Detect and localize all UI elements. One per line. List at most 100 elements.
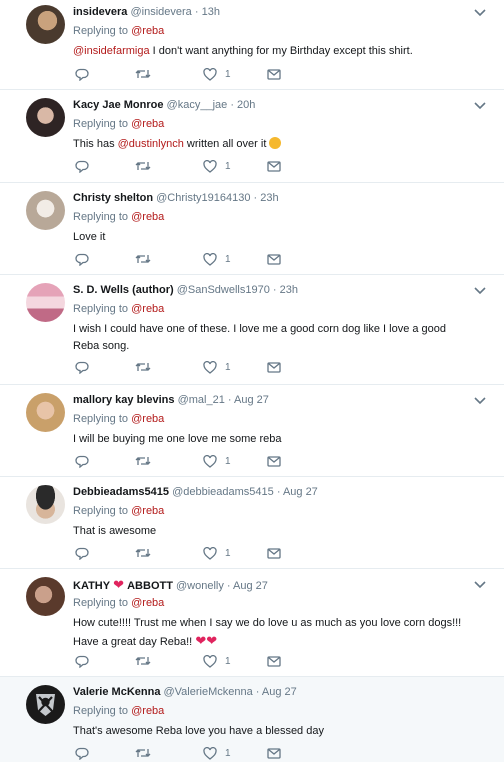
like-icon — [203, 159, 217, 173]
tweet[interactable]: Debbieadams5415 @debbieadams5415 · Aug 2… — [0, 477, 504, 569]
display-name[interactable]: mallory kay blevins — [73, 394, 175, 406]
reply-button[interactable] — [75, 66, 89, 82]
message-button[interactable] — [267, 453, 281, 469]
user-handle[interactable]: @insidevera — [130, 6, 191, 18]
retweet-button[interactable] — [135, 66, 151, 82]
reply-icon — [75, 655, 89, 668]
timestamp[interactable]: Aug 27 — [233, 580, 268, 592]
display-name[interactable]: insidevera — [73, 6, 127, 18]
replying-to-link[interactable]: @reba — [131, 211, 164, 223]
user-handle[interactable]: @mal_21 — [178, 394, 225, 406]
user-handle[interactable]: @kacy__jae — [167, 99, 228, 111]
tweet[interactable]: insidevera @insidevera · 13h Replying to… — [0, 0, 504, 90]
retweet-button[interactable] — [135, 653, 151, 669]
timestamp[interactable]: Aug 27 — [262, 686, 297, 698]
message-button[interactable] — [267, 545, 281, 561]
timestamp[interactable]: Aug 27 — [283, 486, 318, 498]
message-button[interactable] — [267, 359, 281, 375]
replying-to-link[interactable]: @reba — [131, 413, 164, 425]
retweet-icon — [135, 657, 151, 665]
raiders-logo-avatar[interactable] — [26, 685, 65, 724]
display-name[interactable]: ABBOTT — [127, 580, 173, 592]
reply-button[interactable] — [75, 359, 89, 375]
mention-link[interactable]: @dustinlynch — [118, 138, 184, 150]
replying-to-link[interactable]: @reba — [131, 597, 164, 609]
avatar[interactable] — [26, 485, 65, 524]
like-count: 1 — [225, 253, 231, 265]
tweet[interactable]: KATHY ❤ ABBOTT @wonelly · Aug 27 Replyin… — [0, 569, 504, 677]
like-button[interactable]: 1 — [203, 66, 231, 82]
like-button[interactable]: 1 — [203, 653, 231, 669]
message-button[interactable] — [267, 745, 281, 761]
timestamp[interactable]: 20h — [237, 99, 255, 111]
like-button[interactable]: 1 — [203, 158, 231, 174]
retweet-button[interactable] — [135, 453, 151, 469]
tweet[interactable]: Valerie McKenna @ValerieMckenna · Aug 27… — [0, 677, 504, 762]
tweet[interactable]: mallory kay blevins @mal_21 · Aug 27 Rep… — [0, 385, 504, 477]
like-button[interactable]: 1 — [203, 251, 231, 267]
message-button[interactable] — [267, 251, 281, 267]
replying-to-link[interactable]: @reba — [131, 303, 164, 315]
winking-face-emoji-icon — [269, 137, 282, 149]
replying-label: Replying to — [73, 505, 129, 517]
message-button[interactable] — [267, 653, 281, 669]
separator: · — [276, 486, 281, 498]
display-name[interactable]: S. D. Wells (author) — [73, 284, 174, 296]
display-name[interactable]: Kacy Jae Monroe — [73, 99, 163, 111]
like-button[interactable]: 1 — [203, 745, 231, 761]
like-button[interactable]: 1 — [203, 359, 231, 375]
like-icon — [203, 746, 217, 760]
reply-button[interactable] — [75, 745, 89, 761]
timestamp[interactable]: 23h — [260, 192, 278, 204]
timestamp[interactable]: 23h — [280, 284, 298, 296]
reply-button[interactable] — [75, 158, 89, 174]
reply-icon — [75, 361, 89, 374]
tweet[interactable]: Kacy Jae Monroe @kacy__jae · 20h Replyin… — [0, 90, 504, 183]
avatar[interactable] — [26, 393, 65, 432]
reply-button[interactable] — [75, 653, 89, 669]
display-name[interactable]: Debbieadams5415 — [73, 486, 169, 498]
display-name[interactable]: KATHY — [73, 580, 110, 592]
message-button[interactable] — [267, 66, 281, 82]
reply-button[interactable] — [75, 453, 89, 469]
timestamp[interactable]: 13h — [202, 6, 220, 18]
avatar[interactable] — [26, 577, 65, 616]
reply-icon — [75, 455, 89, 468]
avatar[interactable] — [26, 5, 65, 44]
user-handle[interactable]: @debbieadams5415 — [172, 486, 274, 498]
replying-to-link[interactable]: @reba — [131, 705, 164, 717]
display-name[interactable]: Christy shelton — [73, 192, 153, 204]
retweet-button[interactable] — [135, 158, 151, 174]
user-handle[interactable]: @SanSdwells1970 — [177, 284, 270, 296]
tweet-text-body: I don't want anything for my Birthday ex… — [149, 45, 413, 57]
reply-button[interactable] — [75, 545, 89, 561]
message-button[interactable] — [267, 158, 281, 174]
user-handle[interactable]: @Christy19164130 — [156, 192, 250, 204]
avatar[interactable] — [26, 191, 65, 230]
retweet-button[interactable] — [135, 251, 151, 267]
replying-to-link[interactable]: @reba — [131, 25, 164, 37]
reply-button[interactable] — [75, 251, 89, 267]
tweet[interactable]: S. D. Wells (author) @SanSdwells1970 · 2… — [0, 275, 504, 385]
user-handle[interactable]: @ValerieMckenna — [164, 686, 253, 698]
retweet-button[interactable] — [135, 745, 151, 761]
display-name[interactable]: Valerie McKenna — [73, 686, 160, 698]
replying-to: Replying to @reba — [73, 504, 490, 518]
message-icon — [267, 68, 281, 80]
mention-link[interactable]: @insidefarmiga — [73, 45, 150, 57]
like-button[interactable]: 1 — [203, 545, 231, 561]
replying-to-link[interactable]: @reba — [131, 118, 164, 130]
tweet-text: That's awesome Reba love you have a bles… — [73, 725, 324, 737]
like-button[interactable]: 1 — [203, 453, 231, 469]
retweet-button[interactable] — [135, 359, 151, 375]
avatar[interactable] — [26, 283, 65, 322]
user-handle[interactable]: @wonelly — [176, 580, 224, 592]
retweet-button[interactable] — [135, 545, 151, 561]
message-icon — [267, 253, 281, 265]
tweet[interactable]: Christy shelton @Christy19164130 · 23h R… — [0, 183, 504, 275]
tweet-actions: 1 — [73, 653, 333, 669]
tweet-actions: 1 — [73, 158, 333, 174]
avatar[interactable] — [26, 98, 65, 137]
replying-to-link[interactable]: @reba — [131, 505, 164, 517]
timestamp[interactable]: Aug 27 — [234, 394, 269, 406]
